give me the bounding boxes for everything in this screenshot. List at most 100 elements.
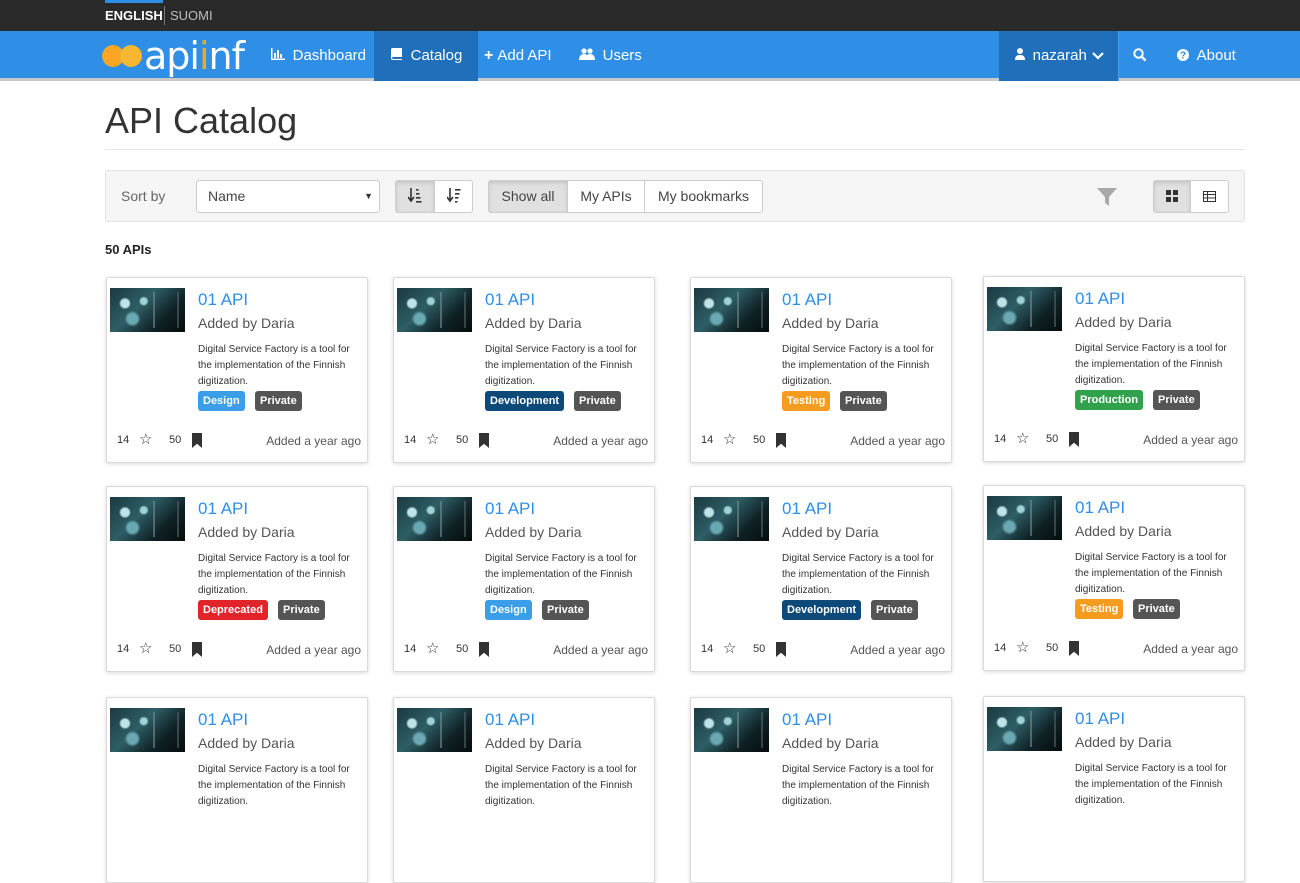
my-bookmarks-button[interactable]: My bookmarks	[644, 180, 763, 213]
language-english[interactable]: ENGLISH	[105, 0, 163, 31]
lifecycle-badge: Production	[1075, 390, 1144, 410]
show-all-button[interactable]: Show all	[488, 180, 568, 213]
api-title-link[interactable]: 01 API	[485, 290, 535, 310]
api-thumbnail[interactable]	[694, 497, 769, 541]
api-author: Added by Daria	[782, 524, 879, 540]
api-thumbnail[interactable]	[110, 288, 185, 332]
card-footer: 14 ☆ 50 Added a year ago	[117, 641, 361, 659]
api-description: Digital Service Factory is a tool for th…	[1075, 763, 1227, 806]
svg-text:?: ?	[1180, 51, 1186, 62]
filter-icon[interactable]	[1096, 186, 1118, 208]
api-thumbnail[interactable]	[694, 288, 769, 332]
nav-catalog[interactable]: Catalog	[374, 31, 479, 81]
star-icon[interactable]: ☆	[426, 432, 439, 448]
api-card[interactable]: 01 API Added by Daria Digital Service Fact…	[983, 276, 1245, 462]
user-menu-label: nazarah	[1032, 47, 1087, 64]
api-card[interactable]: 01 API Added by Daria Digital Service Fact…	[106, 486, 368, 672]
card-footer: 14 ☆ 50 Added a year ago	[117, 432, 361, 450]
nav-add-api-label: Add API	[497, 47, 552, 64]
sort-descending-icon	[445, 188, 461, 204]
api-thumbnail[interactable]	[694, 708, 769, 752]
bookmark-icon[interactable]	[776, 433, 786, 448]
question-circle-icon: ?	[1177, 48, 1193, 63]
bookmark-icon[interactable]	[479, 433, 489, 448]
star-icon[interactable]: ☆	[723, 641, 736, 657]
api-title-link[interactable]: 01 API	[198, 499, 248, 519]
caret-down-icon: ▼	[364, 191, 373, 201]
api-title-link[interactable]: 01 API	[485, 710, 535, 730]
sort-ascending-button[interactable]	[395, 180, 435, 213]
api-card[interactable]: 01 API Added by Daria Digital Service Fact…	[393, 277, 655, 463]
api-title-link[interactable]: 01 API	[1075, 289, 1125, 309]
apinf-logo[interactable]: apiinf	[102, 37, 245, 75]
user-menu[interactable]: nazarah	[999, 31, 1118, 81]
book-icon	[390, 48, 407, 63]
api-author: Added by Daria	[1075, 523, 1172, 539]
api-card[interactable]: 01 API Added by Daria Digital Service Fact…	[106, 697, 368, 883]
api-card[interactable]: 01 API Added by Daria Digital Service Fact…	[690, 486, 952, 672]
api-description: Digital Service Factory is a tool for th…	[782, 553, 934, 596]
star-icon[interactable]: ☆	[426, 641, 439, 657]
api-thumbnail[interactable]	[397, 497, 472, 541]
api-thumbnail[interactable]	[110, 708, 185, 752]
api-thumbnail[interactable]	[397, 288, 472, 332]
api-description: Digital Service Factory is a tool for th…	[782, 764, 934, 807]
api-author: Added by Daria	[198, 524, 295, 540]
api-title-link[interactable]: 01 API	[1075, 709, 1125, 729]
visibility-badge: Private	[574, 391, 621, 411]
bookmark-icon[interactable]	[1069, 641, 1079, 656]
added-time: Added a year ago	[553, 643, 648, 657]
grid-view-button[interactable]	[1153, 180, 1191, 213]
table-view-button[interactable]	[1190, 180, 1229, 213]
search-button[interactable]	[1119, 31, 1161, 81]
rating-count: 14	[117, 643, 130, 655]
api-author: Added by Daria	[782, 735, 879, 751]
nav-users-label: Users	[602, 47, 642, 64]
api-thumbnail[interactable]	[110, 497, 185, 541]
nav-users[interactable]: Users	[563, 31, 658, 81]
api-thumbnail[interactable]	[397, 708, 472, 752]
api-card[interactable]: 01 API Added by Daria Digital Service Fact…	[690, 277, 952, 463]
api-title-link[interactable]: 01 API	[1075, 498, 1125, 518]
chevron-down-icon	[1092, 31, 1104, 81]
api-card[interactable]: 01 API Added by Daria Digital Service Fact…	[106, 277, 368, 463]
api-title-link[interactable]: 01 API	[782, 499, 832, 519]
api-card[interactable]: 01 API Added by Daria Digital Service Fact…	[983, 696, 1245, 882]
bookmark-icon[interactable]	[192, 433, 202, 448]
api-thumbnail[interactable]	[987, 496, 1062, 540]
api-title-link[interactable]: 01 API	[782, 290, 832, 310]
title-divider	[105, 149, 1245, 150]
star-icon[interactable]: ☆	[1016, 431, 1029, 447]
api-thumbnail[interactable]	[987, 287, 1062, 331]
nav-about[interactable]: ? About	[1161, 31, 1252, 81]
star-icon[interactable]: ☆	[139, 641, 152, 657]
api-description: Digital Service Factory is a tool for th…	[782, 344, 934, 387]
bookmark-icon[interactable]	[192, 642, 202, 657]
star-icon[interactable]: ☆	[139, 432, 152, 448]
api-author: Added by Daria	[198, 315, 295, 331]
star-icon[interactable]: ☆	[723, 432, 736, 448]
lifecycle-badge: Development	[485, 391, 565, 411]
api-card[interactable]: 01 API Added by Daria Digital Service Fact…	[983, 485, 1245, 671]
language-finnish[interactable]: SUOMI	[170, 0, 213, 31]
api-title-link[interactable]: 01 API	[198, 290, 248, 310]
sort-select[interactable]: Name ▼	[196, 180, 380, 213]
nav-add-api[interactable]: + Add API	[468, 31, 568, 81]
api-title-link[interactable]: 01 API	[782, 710, 832, 730]
bookmark-icon[interactable]	[479, 642, 489, 657]
my-apis-button[interactable]: My APIs	[567, 180, 645, 213]
sort-descending-button[interactable]	[434, 180, 473, 213]
api-card[interactable]: 01 API Added by Daria Digital Service Fact…	[393, 697, 655, 883]
api-title-link[interactable]: 01 API	[198, 710, 248, 730]
api-card[interactable]: 01 API Added by Daria Digital Service Fact…	[393, 486, 655, 672]
bookmark-icon[interactable]	[1069, 432, 1079, 447]
lifecycle-badge: Testing	[782, 391, 831, 411]
api-card[interactable]: 01 API Added by Daria Digital Service Fact…	[690, 697, 952, 883]
rating-count: 14	[701, 434, 714, 446]
star-icon[interactable]: ☆	[1016, 640, 1029, 656]
nav-dashboard[interactable]: Dashboard	[255, 31, 382, 81]
api-title-link[interactable]: 01 API	[485, 499, 535, 519]
bookmark-icon[interactable]	[776, 642, 786, 657]
api-thumbnail[interactable]	[987, 707, 1062, 751]
card-footer: 14 ☆ 50 Added a year ago	[701, 641, 945, 659]
